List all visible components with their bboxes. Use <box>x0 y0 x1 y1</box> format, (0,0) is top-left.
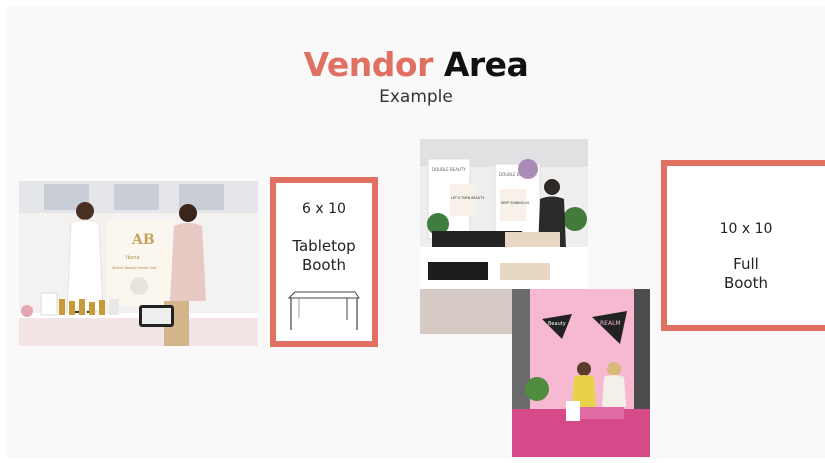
svg-text:AB: AB <box>131 232 155 248</box>
booth1-banner: Ikona <box>126 255 139 261</box>
full-size: 10 x 10 <box>719 221 773 237</box>
tabletop-label-2: Booth <box>301 256 347 274</box>
booth3-sign-2: REALM <box>600 320 621 327</box>
tabletop-label-1: Tabletop <box>292 237 356 255</box>
tabletop-booth-photo: AB Ikona Where Beauty meets Self <box>19 181 258 346</box>
full-label-2: Booth <box>723 274 769 292</box>
slide-subtitle: Example <box>379 87 453 107</box>
booth2-sign-2: KEEP SHINING IN <box>501 201 529 205</box>
full-booth-card: 10 x 10 Full Booth <box>661 160 825 331</box>
booth2-left-banner: DOUBLE BEAUTY <box>432 167 466 172</box>
table-icon <box>287 291 360 330</box>
title-rest: Area <box>443 45 529 84</box>
slide-title: Vendor Area <box>7 45 825 84</box>
booth1-sub: Where Beauty meets Self <box>112 266 157 270</box>
tabletop-booth-card: 6 x 10 Tabletop Booth <box>270 177 378 347</box>
full-label-1: Full <box>733 255 759 273</box>
slide: Vendor Area Example AB Ikona Where Beaut… <box>7 7 825 459</box>
full-booth-photo-2: Beauty REALM <box>512 289 650 457</box>
tabletop-size: 6 x 10 <box>302 201 346 217</box>
booth2-sign-1: LET'S TURN BEAUTY <box>451 196 485 200</box>
booth3-sign-1: Beauty <box>548 321 566 327</box>
title-accent: Vendor <box>303 45 434 84</box>
